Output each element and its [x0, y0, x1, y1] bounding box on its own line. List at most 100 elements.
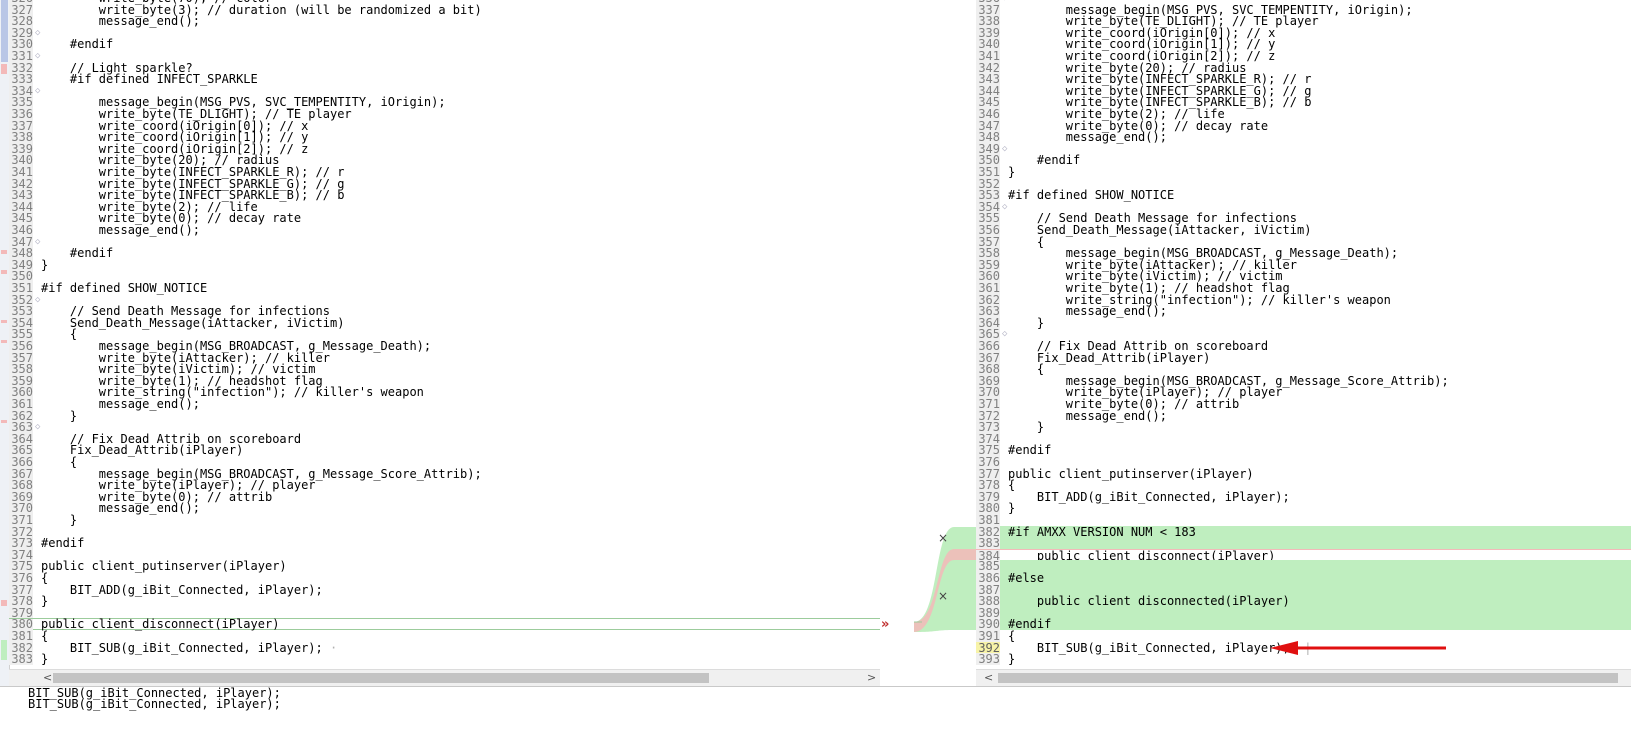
fold-marker-icon[interactable]: ◇ [1002, 201, 1007, 213]
fold-marker-icon[interactable]: ◇ [35, 236, 40, 248]
bottom-line: BIT_SUB(g_iBit_Connected, iPlayer); [28, 697, 281, 711]
line-text: public client_putinserver(iPlayer) [1008, 466, 1254, 481]
scroll-right-arrow-icon[interactable]: > [867, 671, 876, 684]
right-scroll-thumb[interactable] [998, 673, 1618, 683]
code-line[interactable]: 353 #if defined SHOW_NOTICE [976, 188, 1631, 203]
right-code-lines[interactable]: 336◇337 message_begin(MSG_PVS, SVC_TEMPE… [976, 0, 1631, 686]
line-text: public client_disconnected(iPlayer) [1008, 594, 1290, 609]
code-line[interactable]: 378} [9, 594, 880, 609]
code-line[interactable]: 365 Fix_Dead_Attrib(iPlayer) [9, 444, 880, 457]
line-text: #endif [1008, 443, 1052, 458]
code-line[interactable]: 333 #if defined INFECT_SPARKLE [9, 73, 880, 86]
code-line[interactable]: 363 message_end(); [976, 305, 1631, 318]
code-line[interactable]: 354 Send_Death_Message(iAttacker, iVicti… [9, 315, 880, 330]
line-text: BIT_SUB(g_iBit_Connected, iPlayer); · [41, 640, 338, 655]
code-line[interactable]: 383} [9, 652, 880, 667]
line-text: } [41, 652, 49, 667]
scroll-left-arrow-icon[interactable]: < [43, 671, 52, 684]
code-line[interactable]: 383 [976, 537, 1631, 550]
code-line[interactable]: 348 message_end(); [976, 130, 1631, 145]
line-text: public client_disconnect(iPlayer) [41, 617, 280, 632]
overview-marker [1, 250, 7, 254]
fold-marker-icon[interactable]: ◇ [35, 421, 40, 433]
code-line[interactable]: 375 #endif [976, 443, 1631, 458]
left-editor-pane[interactable]: 326 write_byte(70); // color327 write_by… [0, 0, 880, 686]
line-number: 383 [9, 653, 33, 666]
code-line[interactable]: 361 message_end(); [9, 398, 880, 410]
code-line[interactable]: 370 message_end(); [9, 502, 880, 515]
line-text: } [41, 594, 49, 609]
left-code-lines[interactable]: 326 write_byte(70); // color327 write_by… [9, 0, 880, 686]
fold-marker-icon[interactable]: ◇ [1002, 143, 1007, 155]
line-text: } [1008, 652, 1016, 667]
code-line[interactable]: 372 message_end(); [976, 409, 1631, 422]
line-text: #if defined SHOW_NOTICE [1008, 188, 1175, 203]
fold-marker-icon[interactable]: ◇ [35, 27, 40, 39]
line-number: 393 [976, 653, 1000, 666]
code-line[interactable]: 385 [976, 560, 1631, 573]
code-line[interactable]: 388 public client_disconnected(iPlayer) [976, 594, 1631, 609]
scroll-left-arrow-icon[interactable]: < [984, 671, 993, 684]
line-text: Send_Death_Message(iAttacker, iVictim) [1008, 223, 1312, 237]
code-line[interactable]: 382 BIT_SUB(g_iBit_Connected, iPlayer); … [9, 640, 880, 655]
code-line[interactable]: 364 } [976, 315, 1631, 330]
code-line[interactable]: 356 Send_Death_Message(iAttacker, iVicti… [976, 224, 1631, 236]
code-line[interactable]: 372 [9, 525, 880, 538]
line-text: #if AMXX_VERSION_NUM < 183 [1008, 524, 1196, 539]
annotation-arrow [1270, 641, 1446, 655]
code-line[interactable]: 329 ◇ [9, 26, 880, 39]
line-text: Send_Death_Message(iAttacker, iVictim) [41, 315, 345, 330]
code-line[interactable]: 374 [976, 432, 1631, 445]
merge-arrow-icon[interactable]: » [881, 617, 889, 632]
code-line[interactable]: 367 Fix_Dead_Attrib(iPlayer) [976, 351, 1631, 364]
code-line[interactable]: 373 } [976, 421, 1631, 434]
left-horizontal-scrollbar[interactable]: < > [9, 669, 880, 686]
line-text: #endif [41, 37, 114, 52]
line-text: message_end(); [1008, 130, 1167, 145]
code-line[interactable]: 373 #endif [9, 536, 880, 551]
left-scroll-thumb[interactable] [53, 673, 709, 683]
line-text: } [41, 408, 78, 423]
code-line[interactable]: 377 public client_putinserver(iPlayer) [976, 466, 1631, 481]
overview-marker [1, 64, 7, 74]
line-text: #if defined SHOW_NOTICE [41, 281, 208, 295]
discard-change-icon[interactable]: × [938, 531, 948, 545]
code-line[interactable]: 390 #endif [976, 618, 1631, 631]
code-line[interactable]: 330 #endif [9, 37, 880, 52]
code-line[interactable]: 328 message_end(); [9, 15, 880, 28]
bottom-preview-panel: BIT_SUB(g_iBit_Connected, iPlayer); BIT_… [0, 686, 1631, 736]
code-line[interactable]: 389 [976, 606, 1631, 619]
code-line[interactable]: 386 #else [976, 572, 1631, 584]
code-line[interactable]: 380 public client_disconnect(iPlayer) [9, 617, 880, 632]
code-line[interactable]: 377 BIT_ADD(g_iBit_Connected, iPlayer); [9, 582, 880, 597]
overview-marker [1, 640, 7, 660]
code-line[interactable]: 350 #endif [976, 154, 1631, 167]
code-line[interactable]: 348 #endif [9, 247, 880, 260]
code-line[interactable]: 351} [976, 166, 1631, 178]
code-line[interactable]: 346 message_end(); [9, 224, 880, 236]
code-line[interactable]: 379 BIT_ADD(g_iBit_Connected, iPlayer); [976, 490, 1631, 503]
line-number: 383 [976, 537, 1000, 550]
line-text: BIT_ADD(g_iBit_Connected, iPlayer); [41, 582, 323, 597]
code-line[interactable]: 362 } [9, 408, 880, 423]
line-text: } [41, 513, 78, 527]
code-line[interactable]: 351 #if defined SHOW_NOTICE [9, 282, 880, 294]
overview-marker [1, 420, 7, 423]
code-line[interactable]: 371 } [9, 514, 880, 526]
line-text: } [1008, 501, 1016, 516]
fold-marker-icon[interactable]: ◇ [35, 50, 40, 62]
fold-marker-icon[interactable]: ◇ [1002, 328, 1007, 340]
right-editor-pane[interactable]: 336◇337 message_begin(MSG_PVS, SVC_TEMPE… [976, 0, 1631, 686]
fold-marker-icon[interactable]: ◇ [35, 85, 40, 97]
code-line[interactable]: 380} [976, 501, 1631, 516]
code-line[interactable]: 347 ◇ [9, 235, 880, 248]
code-line[interactable]: 375 public client_putinserver(iPlayer) [9, 560, 880, 573]
code-line[interactable]: 349} [9, 258, 880, 271]
left-overview-thumb[interactable] [1, 0, 8, 62]
discard-change-icon[interactable]: × [938, 589, 948, 603]
right-horizontal-scrollbar[interactable]: < [976, 669, 1631, 686]
line-text: #endif [41, 536, 85, 551]
fold-marker-icon[interactable]: ◇ [35, 294, 40, 306]
code-line[interactable]: 382 #if AMXX_VERSION_NUM < 183 [976, 524, 1631, 539]
line-text: } [1008, 315, 1045, 330]
